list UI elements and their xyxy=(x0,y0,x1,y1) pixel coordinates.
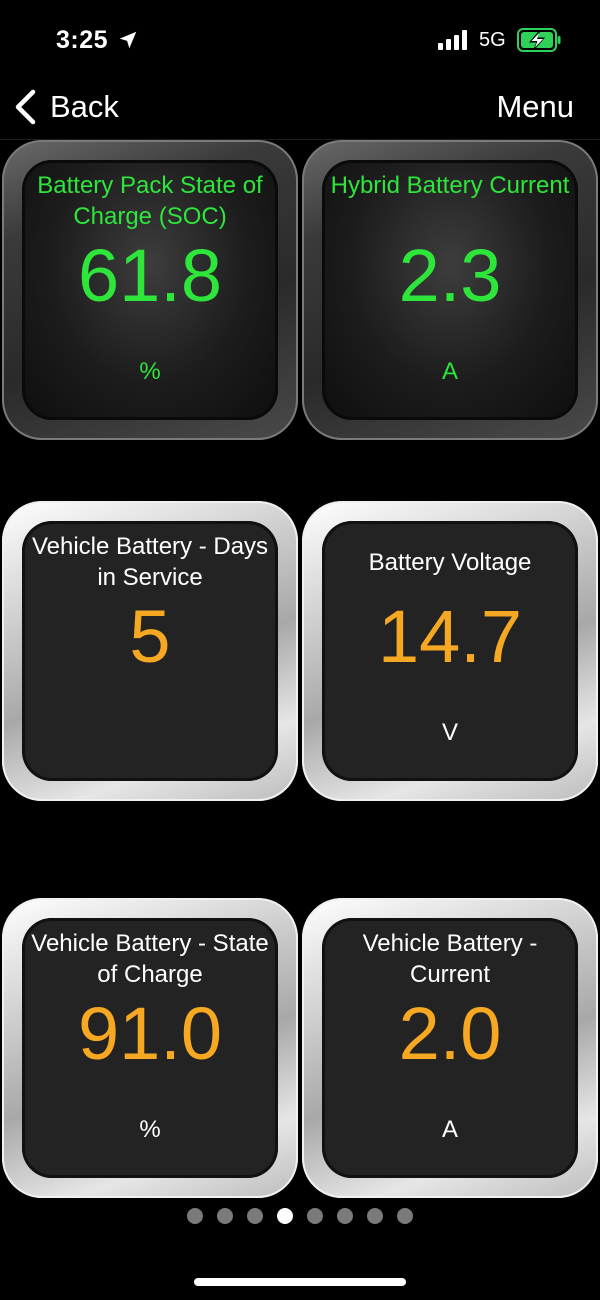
gauge-vehicle-battery-current[interactable]: Vehicle Battery - Current 2.0 A xyxy=(302,898,598,1198)
status-bar: 3:25 5G xyxy=(0,0,600,80)
gauge-battery-pack-soc[interactable]: Battery Pack State of Charge (SOC) 61.8 … xyxy=(2,140,298,440)
gauge-face: Battery Pack State of Charge (SOC) 61.8 … xyxy=(22,160,278,420)
page-dot[interactable] xyxy=(187,1208,203,1224)
battery-charging-icon xyxy=(517,28,561,52)
status-time: 3:25 xyxy=(56,26,109,54)
chevron-left-icon xyxy=(15,89,36,125)
gauge-face: Vehicle Battery - State of Charge 91.0 % xyxy=(22,918,278,1178)
gauge-value: 61.8 xyxy=(77,234,223,317)
gauge-title: Hybrid Battery Current xyxy=(330,172,570,199)
gauge-title: Vehicle Battery - Current xyxy=(362,930,538,988)
page-dot[interactable] xyxy=(397,1208,413,1224)
gauge-vehicle-battery-days[interactable]: Vehicle Battery - Days in Service 5 xyxy=(2,501,298,801)
network-type: 5G xyxy=(479,29,506,51)
gauge-battery-voltage[interactable]: Battery Voltage 14.7 V xyxy=(302,501,598,801)
gauge-face: Vehicle Battery - Days in Service 5 xyxy=(22,521,278,781)
page-dot[interactable] xyxy=(367,1208,383,1224)
gauge-value: 5 xyxy=(129,595,171,678)
menu-button[interactable]: Menu xyxy=(496,84,574,130)
gauge-title: Vehicle Battery - State of Charge xyxy=(31,930,269,988)
gauge-value: 91.0 xyxy=(77,992,223,1075)
app-screen: 3:25 5G Back Menu Battery Pack State of … xyxy=(0,0,600,1300)
page-dot[interactable] xyxy=(307,1208,323,1224)
gauge-unit: V xyxy=(441,719,458,746)
gauge-face: Hybrid Battery Current 2.3 A xyxy=(322,160,578,420)
gauge-face: Battery Voltage 14.7 V xyxy=(322,521,578,781)
page-dot-active[interactable] xyxy=(277,1208,293,1224)
page-dot[interactable] xyxy=(247,1208,263,1224)
gauge-unit: % xyxy=(139,358,161,385)
gauge-title: Vehicle Battery - Days in Service xyxy=(31,533,269,591)
gauge-unit: A xyxy=(441,358,458,385)
location-arrow-icon xyxy=(119,31,137,49)
page-indicator[interactable] xyxy=(0,1208,600,1224)
gauge-unit: % xyxy=(139,1116,161,1143)
gauge-value: 2.3 xyxy=(398,234,502,317)
gauge-face: Vehicle Battery - Current 2.0 A xyxy=(322,918,578,1178)
back-label: Back xyxy=(50,89,119,124)
gauge-unit: A xyxy=(441,1116,458,1143)
gauge-vehicle-battery-soc[interactable]: Vehicle Battery - State of Charge 91.0 % xyxy=(2,898,298,1198)
signal-bars-icon xyxy=(438,30,467,50)
navigation-bar: Back Menu xyxy=(0,80,600,140)
gauge-value: 14.7 xyxy=(377,595,523,678)
page-dot[interactable] xyxy=(337,1208,353,1224)
gauge-title: Battery Pack State of Charge (SOC) xyxy=(37,172,263,230)
gauge-value: 2.0 xyxy=(398,992,502,1075)
gauge-title: Battery Voltage xyxy=(368,549,532,576)
back-button[interactable]: Back xyxy=(12,84,119,130)
page-dot[interactable] xyxy=(217,1208,233,1224)
home-indicator[interactable] xyxy=(194,1278,406,1286)
gauge-hybrid-battery-current[interactable]: Hybrid Battery Current 2.3 A xyxy=(302,140,598,440)
